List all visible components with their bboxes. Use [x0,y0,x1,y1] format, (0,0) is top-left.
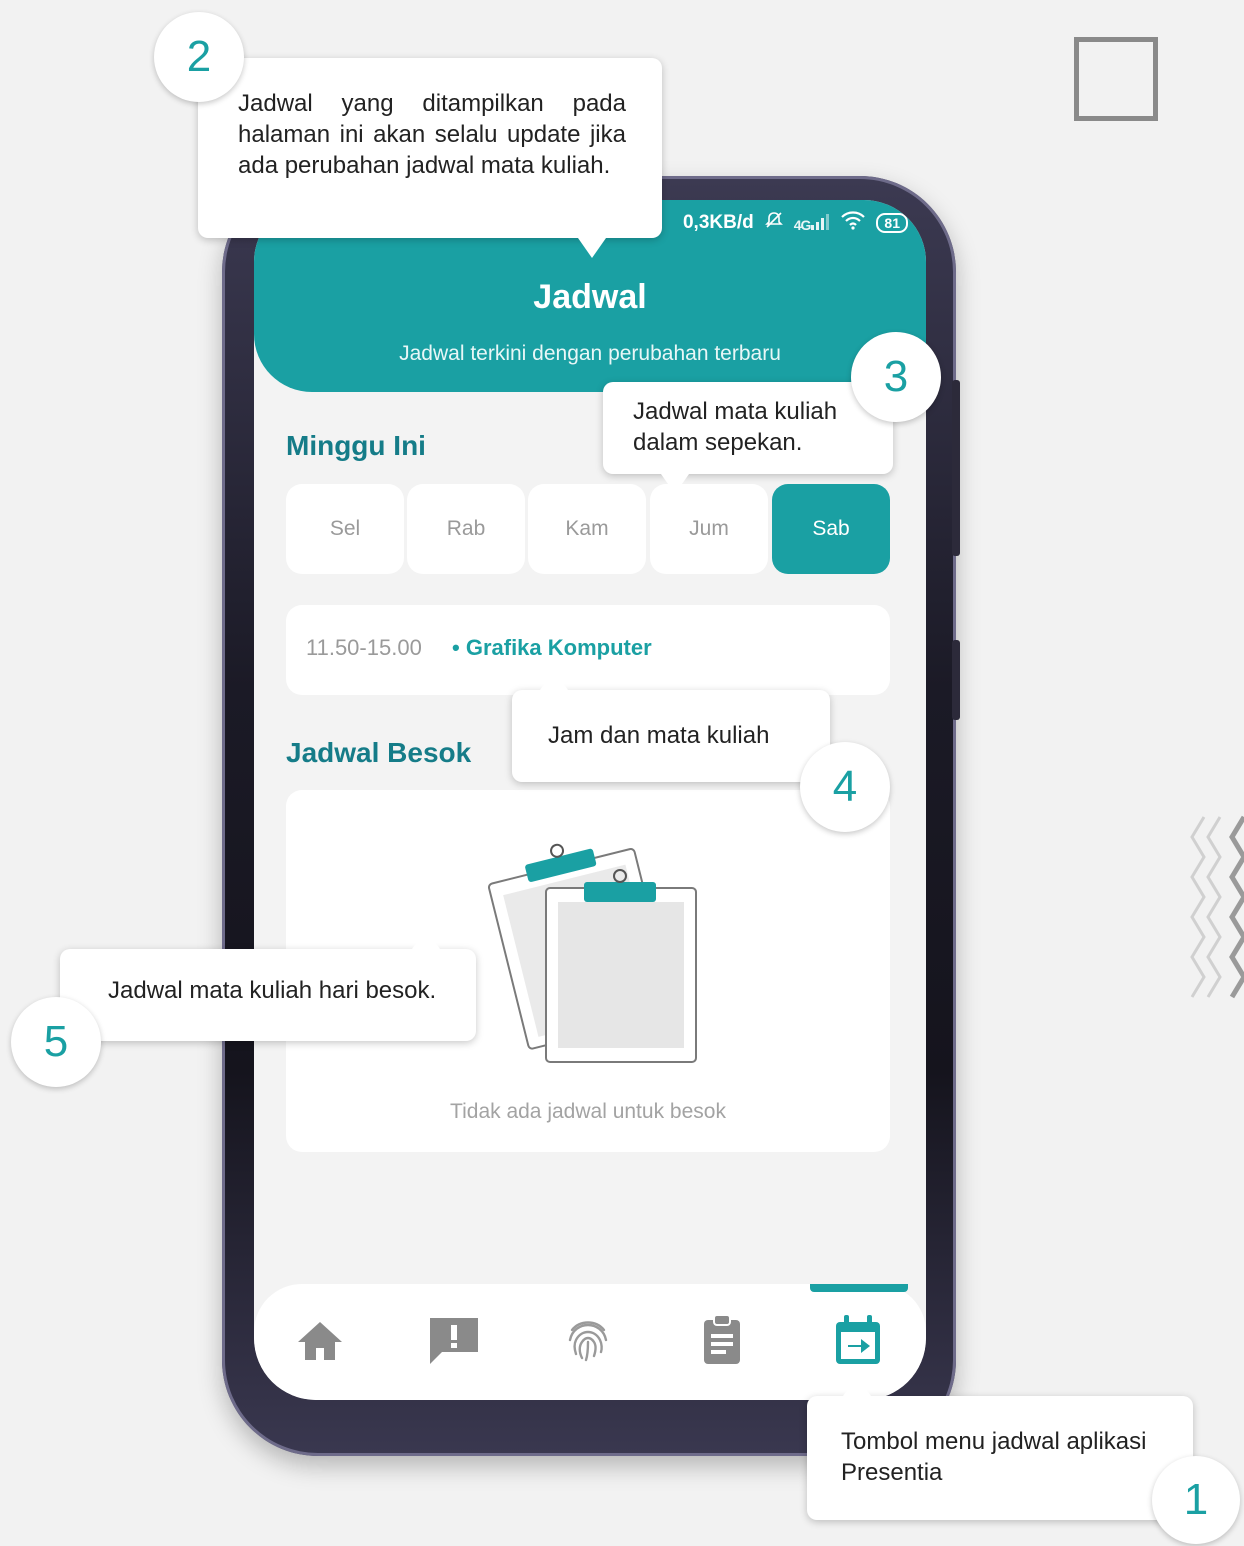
schedule-item[interactable]: 11.50-15.00 • Grafika Komputer [286,605,890,695]
wifi-icon [840,210,866,236]
page-subtitle: Jadwal terkini dengan perubahan terbaru [399,342,781,365]
callout-5-badge: 5 [11,997,101,1087]
day-tab-rab[interactable]: Rab [407,484,525,574]
fingerprint-icon [568,1321,608,1362]
signal-label: 4G [793,216,812,233]
network-speed: 0,3KB/d [682,212,754,233]
week-section-title: Minggu Ini [286,430,426,461]
day-tab-sel[interactable]: Sel [286,484,404,574]
callout-3-badge: 3 [851,332,941,422]
tomorrow-section-title: Jadwal Besok [286,737,472,768]
active-tab-indicator [810,1284,908,1292]
callout-5-text: Jadwal mata kuliah hari besok. [108,977,437,1004]
callout-5: Jadwal mata kuliah hari besok. [60,929,476,1041]
nav-schedule[interactable] [828,1310,888,1370]
clipboard-icon [704,1314,740,1364]
bottom-navigation [254,1284,926,1400]
empty-state-text: Tidak ada jadwal untuk besok [450,1100,726,1123]
schedule-course: • Grafika Komputer [452,635,652,661]
schedule-course-name: Grafika Komputer [465,635,652,660]
day-tab-jum[interactable]: Jum [650,484,768,574]
day-selector: Sel Rab Kam Jum Sab [286,484,890,574]
callout-1: Tombol menu jadwal aplikasi Presentia [807,1376,1193,1520]
schedule-time: 11.50-15.00 [306,635,422,660]
callout-2: Jadwal yang ditampilkan pada halaman ini… [198,58,662,258]
callout-4: Jam dan mata kuliah [512,670,830,782]
decorative-zigzag [1190,815,1244,999]
callout-3-text: Jadwal mata kuliah dalam sepekan. [633,398,838,456]
day-tab-kam[interactable]: Kam [528,484,646,574]
callout-2-text: Jadwal yang ditampilkan pada halaman ini… [238,90,626,179]
calendar-icon [836,1315,880,1364]
nav-report[interactable] [424,1310,484,1370]
callout-3: Jadwal mata kuliah dalam sepekan. [603,382,893,494]
callout-1-pointer [843,1376,871,1396]
callout-1-badge: 1 [1152,1456,1240,1544]
phone-volume-button [952,380,960,556]
phone-power-button [952,640,960,720]
status-indicators: 0,3KB/d 4G 81 [683,210,908,236]
schedule-separator: • [452,635,460,660]
bell-off-icon [764,210,784,236]
report-icon [430,1318,478,1364]
callout-4-pointer [540,670,568,690]
nav-home[interactable] [290,1310,350,1370]
page-title: Jadwal [533,278,647,316]
battery-indicator: 81 [876,213,908,233]
callout-4-text: Jam dan mata kuliah [548,722,770,749]
callout-4-badge: 4 [800,742,890,832]
empty-clipboard-illustration [487,843,697,1063]
nav-clipboard[interactable] [692,1310,752,1370]
callout-5-pointer [412,929,440,949]
page-header: Jadwal Jadwal terkini dengan perubahan t… [254,246,926,392]
signal-icon: 4G [793,213,831,233]
callout-2-pointer [578,238,606,258]
home-icon [298,1322,342,1360]
decorative-square [1074,37,1158,121]
day-tab-sab[interactable]: Sab [772,484,890,574]
callout-2-badge: 2 [154,12,244,102]
nav-attendance[interactable] [558,1310,618,1370]
callout-3-pointer [661,474,689,494]
callout-1-text: Tombol menu jadwal aplikasi Presentia [841,1428,1147,1486]
